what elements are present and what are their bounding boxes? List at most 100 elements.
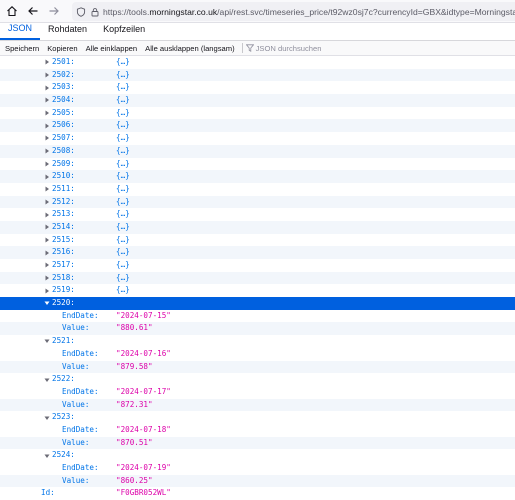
tree-collapsed-value: {…}	[116, 57, 130, 66]
tree-row-value[interactable]: Value: "879.58"	[0, 360, 515, 374]
tree-row-value[interactable]: Value: "872.31"	[0, 398, 515, 412]
tree-row-collapsed[interactable]: 2508: {…}	[0, 144, 515, 158]
collapse-arrow-icon[interactable]	[43, 411, 51, 424]
tree-row-id[interactable]: Id: "F0GBR052WL"	[0, 487, 515, 500]
url-bar[interactable]: https://tools.morningstar.co.uk/api/rest…	[72, 2, 515, 21]
viewer-tabs: JSON Rohdaten Kopfzeilen	[0, 23, 515, 41]
filter-placeholder: JSON durchsuchen	[255, 43, 322, 53]
collapse-arrow-icon[interactable]	[43, 449, 51, 462]
tree-row-collapsed[interactable]: 2505: {…}	[0, 107, 515, 120]
tree-row-collapsed[interactable]: 2512: {…}	[0, 195, 515, 209]
tree-row-expanded[interactable]: 2521:	[0, 335, 515, 348]
expand-arrow-icon[interactable]	[43, 246, 51, 259]
tree-row-collapsed[interactable]: 2507: {…}	[0, 132, 515, 145]
tree-collapsed-value: {…}	[116, 234, 130, 244]
tree-collapsed-value: {…}	[116, 285, 130, 295]
expand-arrow-icon[interactable]	[43, 234, 51, 247]
tab-headers[interactable]: Kopfzeilen	[95, 22, 153, 40]
lock-icon	[91, 7, 99, 16]
back-arrow-icon	[28, 7, 38, 15]
back-button[interactable]	[24, 2, 42, 20]
tree-key: 2523:	[52, 412, 75, 422]
expand-arrow-icon[interactable]	[43, 284, 51, 297]
tree-row-collapsed[interactable]: 2506: {…}	[0, 119, 515, 133]
tree-row-collapsed[interactable]: 2501: {…}	[0, 56, 515, 69]
collapse-arrow-icon[interactable]	[43, 335, 51, 348]
json-filter-input[interactable]: JSON durchsuchen	[245, 43, 322, 53]
site-info-lock[interactable]	[90, 5, 100, 19]
expand-arrow-icon[interactable]	[43, 132, 51, 145]
tree-row-collapsed[interactable]: 2503: {…}	[0, 81, 515, 94]
tree-row-collapsed[interactable]: 2502: {…}	[0, 68, 515, 82]
tree-key: Value:	[62, 475, 90, 485]
tree-key: 2522:	[52, 374, 75, 384]
expand-arrow-icon[interactable]	[43, 196, 51, 209]
expand-arrow-icon[interactable]	[43, 158, 51, 171]
collapse-arrow-icon[interactable]	[43, 297, 51, 310]
expand-arrow-icon[interactable]	[43, 259, 51, 272]
tree-row-enddate[interactable]: EndDate: "2024-07-18"	[0, 424, 515, 437]
tree-row-collapsed[interactable]: 2516: {…}	[0, 246, 515, 259]
expand-arrow-icon[interactable]	[43, 145, 51, 158]
expand-arrow-icon[interactable]	[43, 81, 51, 94]
tree-row-collapsed[interactable]: 2504: {…}	[0, 94, 515, 107]
tree-collapsed-value: {…}	[116, 260, 130, 269]
expand-arrow-icon[interactable]	[43, 56, 51, 69]
expand-arrow-icon[interactable]	[43, 170, 51, 183]
home-button[interactable]	[3, 2, 21, 20]
tree-row-enddate[interactable]: EndDate: "2024-07-19"	[0, 462, 515, 475]
tree-row-collapsed[interactable]: 2510: {…}	[0, 170, 515, 183]
shield-icon	[76, 6, 86, 17]
tree-row-value[interactable]: Value: "870.51"	[0, 436, 515, 450]
tree-key: 2509:	[52, 158, 75, 168]
tree-row-collapsed[interactable]: 2517: {…}	[0, 259, 515, 272]
tree-row-expanded[interactable]: 2520:	[0, 297, 515, 310]
expand-arrow-icon[interactable]	[43, 272, 51, 285]
tree-row-value[interactable]: Value: "860.25"	[0, 474, 515, 488]
tree-key: 2513:	[52, 209, 75, 219]
tree-row-enddate[interactable]: EndDate: "2024-07-17"	[0, 386, 515, 399]
tree-row-collapsed[interactable]: 2515: {…}	[0, 234, 515, 247]
tree-key: 2521:	[52, 336, 75, 346]
tree-string-value: "872.31"	[116, 399, 153, 409]
tree-string-value: "880.61"	[116, 323, 153, 333]
tab-json[interactable]: JSON	[0, 22, 41, 40]
tree-key: 2511:	[52, 183, 75, 193]
tree-row-expanded[interactable]: 2522:	[0, 373, 515, 386]
tree-row-expanded[interactable]: 2523:	[0, 411, 515, 424]
collapse-all-button[interactable]: Alle einklappen	[81, 44, 141, 53]
tree-string-value: "2024-07-17"	[116, 386, 171, 396]
tree-key: 2502:	[52, 69, 75, 79]
tree-collapsed-value: {…}	[116, 69, 130, 79]
save-button[interactable]: Speichern	[0, 44, 42, 53]
expand-arrow-icon[interactable]	[43, 119, 51, 132]
tree-row-enddate[interactable]: EndDate: "2024-07-16"	[0, 348, 515, 361]
expand-all-button[interactable]: Alle ausklappen (langsam)	[140, 44, 238, 53]
collapse-arrow-icon[interactable]	[43, 373, 51, 386]
tree-key: 2512:	[52, 196, 75, 206]
tree-row-expanded[interactable]: 2524:	[0, 449, 515, 462]
tracking-protection-shield[interactable]	[76, 5, 86, 19]
json-tree: 2501: {…} 2502: {…} 2503: {…} 2504: {…} 2505: {…}…	[0, 56, 515, 500]
tree-row-collapsed[interactable]: 2519: {…}	[0, 284, 515, 297]
tree-collapsed-value: {…}	[116, 145, 130, 155]
expand-arrow-icon[interactable]	[43, 183, 51, 196]
expand-arrow-icon[interactable]	[43, 94, 51, 107]
forward-button[interactable]	[45, 2, 63, 20]
tree-row-value[interactable]: Value: "880.61"	[0, 322, 515, 336]
tree-collapsed-value: {…}	[116, 120, 130, 130]
tree-row-collapsed[interactable]: 2518: {…}	[0, 271, 515, 285]
expand-arrow-icon[interactable]	[43, 208, 51, 221]
expand-arrow-icon[interactable]	[43, 107, 51, 120]
tree-row-enddate[interactable]: EndDate: "2024-07-15"	[0, 310, 515, 323]
tree-row-collapsed[interactable]: 2514: {…}	[0, 220, 515, 234]
tree-row-collapsed[interactable]: 2513: {…}	[0, 208, 515, 221]
tree-row-collapsed[interactable]: 2509: {…}	[0, 158, 515, 171]
copy-button[interactable]: Kopieren	[42, 44, 80, 53]
tab-raw-data[interactable]: Rohdaten	[40, 22, 95, 40]
expand-arrow-icon[interactable]	[43, 69, 51, 82]
tree-row-collapsed[interactable]: 2511: {…}	[0, 183, 515, 196]
expand-arrow-icon[interactable]	[43, 221, 51, 234]
tree-collapsed-value: {…}	[116, 183, 130, 193]
tree-collapsed-value: {…}	[116, 272, 130, 282]
